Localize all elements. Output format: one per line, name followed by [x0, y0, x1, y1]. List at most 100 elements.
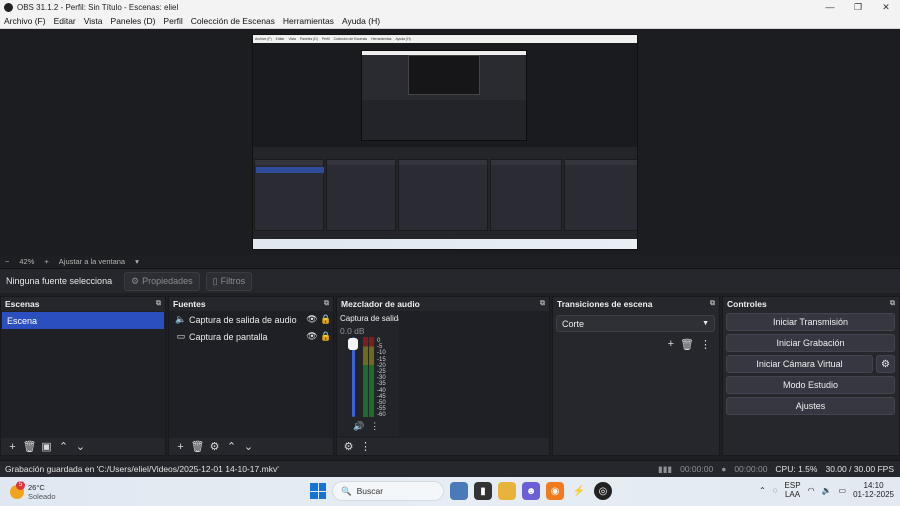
nested-menu-item: Vista: [288, 37, 296, 41]
kebab-menu-icon[interactable]: ⋮: [370, 421, 379, 432]
window-titlebar: OBS 31.1.2 - Perfil: Sin Título - Escena…: [0, 0, 900, 14]
undock-icon[interactable]: ⧉: [710, 300, 715, 308]
close-icon[interactable]: ✕: [872, 0, 900, 14]
weather-condition: Soleado: [28, 491, 56, 501]
source-item[interactable]: ▭ Captura de pantalla 👁 🔒: [169, 328, 333, 345]
menu-archivo[interactable]: Archivo (F): [0, 16, 50, 26]
trash-icon[interactable]: 🗑: [189, 440, 206, 453]
obs-taskbar-icon[interactable]: ◎: [594, 482, 612, 500]
trash-icon[interactable]: 🗑: [680, 338, 694, 351]
tray-app-icon[interactable]: ◌: [773, 486, 778, 495]
source-toolbar: Ninguna fuente selecciona ⚙ Propiedades …: [0, 268, 900, 293]
virtual-camera-settings-icon[interactable]: ⚙: [876, 355, 895, 373]
scenes-footer: + 🗑 ▣ ⌃ ⌄: [1, 438, 165, 455]
eye-icon[interactable]: 👁: [305, 331, 319, 342]
filters-button[interactable]: ▯ Filtros: [205, 271, 253, 291]
lock-icon[interactable]: 🔒: [319, 331, 333, 342]
battery-icon[interactable]: ▭: [839, 486, 847, 495]
kebab-menu-icon[interactable]: ⋮: [700, 338, 711, 351]
mixer-title: Mezclador de audio: [341, 298, 420, 309]
undock-icon[interactable]: ⧉: [540, 300, 545, 308]
scenes-header: Escenas ⧉: [1, 297, 165, 310]
lock-icon[interactable]: 🔒: [319, 314, 333, 325]
scene-item[interactable]: Escena: [2, 312, 164, 329]
source-item[interactable]: 🔈 Captura de salida de audio 👁 🔒: [169, 311, 333, 328]
stream-time: 00:00:00: [680, 464, 714, 474]
menu-ayuda[interactable]: Ayuda (H): [338, 16, 384, 26]
maximize-icon[interactable]: ❐: [844, 0, 872, 14]
add-icon[interactable]: +: [4, 441, 21, 453]
nested-inner-preview: [361, 50, 527, 141]
add-icon[interactable]: +: [668, 338, 674, 351]
taskbar-search[interactable]: 🔍 Buscar: [332, 481, 444, 501]
zoom-out-button[interactable]: −: [0, 257, 14, 266]
firefox-icon[interactable]: ◉: [546, 482, 564, 500]
folder-icon[interactable]: [498, 482, 516, 500]
move-down-icon[interactable]: ⌄: [240, 440, 257, 453]
volume-fader-handle[interactable]: [348, 338, 358, 350]
transitions-dock: Transiciones de escena ⧉ Corte ▼ + 🗑 ⋮: [552, 296, 720, 456]
clock[interactable]: 14:10 01-12-2025: [853, 481, 894, 499]
audio-mixer-dock: Mezclador de audio ⧉ Captura de salida d…: [336, 296, 550, 456]
channel-controls: 🔊 ⋮: [353, 421, 379, 432]
windows-start-icon[interactable]: [310, 483, 326, 499]
wifi-icon[interactable]: ◠: [808, 486, 815, 495]
minimize-icon[interactable]: —: [816, 0, 844, 14]
trash-icon[interactable]: 🗑: [21, 440, 38, 453]
settings-button[interactable]: Ajustes: [726, 397, 895, 415]
eye-icon[interactable]: 👁: [305, 314, 319, 325]
undock-icon[interactable]: ⧉: [890, 300, 895, 308]
studio-mode-button[interactable]: Modo Estudio: [726, 376, 895, 394]
menu-coleccion-escenas[interactable]: Colección de Escenas: [187, 16, 279, 26]
move-up-icon[interactable]: ⌃: [223, 440, 240, 453]
gear-icon[interactable]: ⚙: [206, 440, 223, 453]
nested-taskbar: [253, 239, 637, 249]
status-bar: Grabación guardada en 'C:/Users/eliel/Vi…: [0, 460, 900, 477]
mixer-channel: Captura de salida d 0.0 dB 0-5-10 -15-20…: [337, 311, 399, 436]
mixer-header: Mezclador de audio ⧉: [337, 297, 549, 310]
menu-vista[interactable]: Vista: [80, 16, 107, 26]
source-name: Captura de salida de audio: [189, 314, 297, 325]
properties-button[interactable]: ⚙ Propiedades: [124, 271, 200, 291]
menu-editar[interactable]: Editar: [50, 16, 80, 26]
menu-herramientas[interactable]: Herramientas: [279, 16, 338, 26]
start-virtual-camera-button[interactable]: Iniciar Cámara Virtual: [726, 355, 873, 373]
zoom-dropdown-icon[interactable]: ▾: [130, 257, 144, 266]
nested-menu-item: Herramientas: [371, 37, 392, 41]
volume-icon[interactable]: 🔉: [822, 486, 832, 495]
task-view-icon[interactable]: ▮: [474, 482, 492, 500]
nested-menu-item: Colección de Escenas: [333, 37, 368, 41]
menu-perfil[interactable]: Perfil: [159, 16, 186, 26]
app-icon[interactable]: ⚡: [570, 482, 588, 500]
language-indicator[interactable]: ESP LAA: [785, 481, 801, 499]
time: 14:10: [863, 481, 884, 490]
filter-icon[interactable]: ▣: [38, 440, 55, 453]
nested-menu-item: Archivo (F): [255, 37, 272, 41]
menu-paneles[interactable]: Paneles (D): [107, 16, 160, 26]
zoom-in-button[interactable]: +: [39, 257, 53, 266]
kebab-menu-icon[interactable]: ⋮: [357, 440, 374, 453]
signal-icon: ▮▮▮: [658, 463, 673, 474]
preview-area[interactable]: Archivo (F) Editar Vista Paneles (D) Per…: [0, 29, 900, 255]
speaker-icon[interactable]: 🔊: [353, 421, 364, 432]
start-recording-button[interactable]: Iniciar Grabación: [726, 334, 895, 352]
search-icon: 🔍: [341, 485, 352, 496]
fit-window-label[interactable]: Ajustar a la ventana: [54, 257, 130, 266]
add-icon[interactable]: +: [172, 441, 189, 453]
undock-icon[interactable]: ⧉: [324, 300, 329, 308]
transition-select[interactable]: Corte ▼: [556, 315, 715, 332]
landscape-app-icon[interactable]: [450, 482, 468, 500]
undock-icon[interactable]: ⧉: [156, 300, 161, 308]
sources-dock: Fuentes ⧉ 🔈 Captura de salida de audio 👁…: [168, 296, 334, 456]
chevron-up-icon[interactable]: ⌃: [759, 486, 766, 495]
scenes-dock: Escenas ⧉ Escena + 🗑 ▣ ⌃ ⌄: [0, 296, 166, 456]
nested-menu-item: Editar: [275, 37, 285, 41]
move-down-icon[interactable]: ⌄: [72, 440, 89, 453]
teams-icon[interactable]: ☻: [522, 482, 540, 500]
preview-canvas[interactable]: Archivo (F) Editar Vista Paneles (D) Per…: [252, 34, 638, 250]
start-stream-button[interactable]: Iniciar Transmisión: [726, 313, 895, 331]
volume-meter: [363, 337, 375, 417]
move-up-icon[interactable]: ⌃: [55, 440, 72, 453]
weather-widget[interactable]: 5 26°C Soleado: [10, 480, 70, 501]
gear-icon[interactable]: ⚙: [340, 440, 357, 453]
